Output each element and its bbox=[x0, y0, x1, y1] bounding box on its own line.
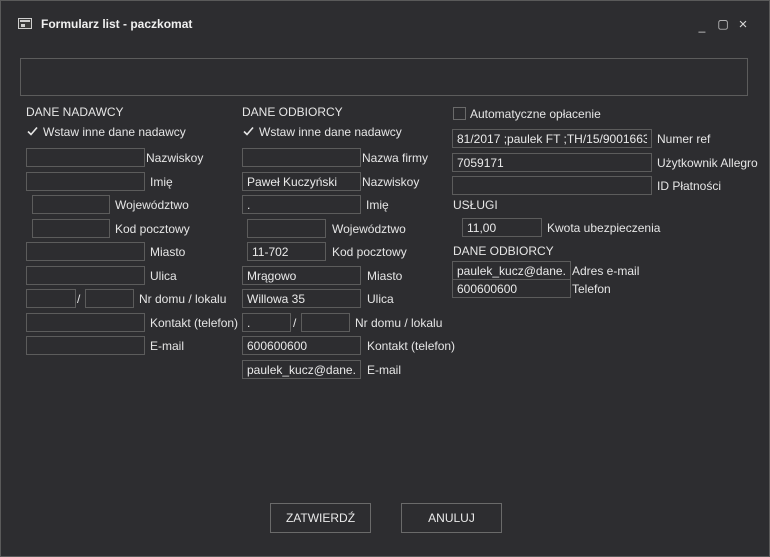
sender-kontakt-label: Kontakt (telefon) bbox=[150, 316, 239, 330]
sender-nr-lokalu-input[interactable] bbox=[85, 289, 134, 308]
recipient-nr-domu-input[interactable] bbox=[242, 313, 291, 332]
recipient-wojewodztwo-input[interactable] bbox=[247, 219, 326, 238]
close-button[interactable]: × bbox=[736, 16, 750, 33]
sender-miasto-input[interactable] bbox=[26, 242, 145, 261]
recipient-nazwisko-label: Nazwiskoy bbox=[362, 175, 420, 189]
recipient-heading: DANE ODBIORCY bbox=[242, 105, 343, 119]
recipient-email-address-input[interactable] bbox=[452, 261, 571, 280]
payment-id-input[interactable] bbox=[452, 176, 652, 195]
recipient-imie-input[interactable] bbox=[242, 195, 361, 214]
recipient-ulica-label: Ulica bbox=[367, 292, 394, 306]
recipient-email-input[interactable] bbox=[242, 360, 361, 379]
services-heading: USŁUGI bbox=[453, 198, 498, 212]
allegro-user-label: Użytkownik Allegro bbox=[657, 156, 758, 170]
sender-imie-input[interactable] bbox=[26, 172, 145, 191]
sender-nazwisko-label: Nazwiskoy bbox=[146, 151, 204, 165]
minimize-button[interactable]: _ bbox=[695, 19, 709, 33]
message-area[interactable] bbox=[20, 58, 748, 96]
sender-imie-label: Imię bbox=[150, 175, 173, 189]
sender-nr-label: Nr domu / lokalu bbox=[139, 292, 227, 306]
checkmark-icon bbox=[243, 126, 254, 136]
cancel-button[interactable]: ANULUJ bbox=[401, 503, 502, 533]
sender-miasto-label: Miasto bbox=[150, 245, 186, 259]
recipient-nazwisko-input[interactable] bbox=[242, 172, 361, 191]
recipient-kontakt-input[interactable] bbox=[242, 336, 361, 355]
recipient-imie-label: Imię bbox=[366, 198, 389, 212]
allegro-user-input[interactable] bbox=[452, 153, 652, 172]
recipient-firma-input[interactable] bbox=[242, 148, 361, 167]
sender-wojewodztwo-label: Województwo bbox=[115, 198, 189, 212]
auto-payment-checkbox[interactable] bbox=[453, 107, 466, 120]
recipient-ulica-input[interactable] bbox=[242, 289, 361, 308]
recipient-kod-input[interactable] bbox=[247, 242, 326, 261]
sender-ulica-label: Ulica bbox=[150, 269, 177, 283]
numer-ref-input[interactable] bbox=[452, 129, 652, 148]
checkmark-icon bbox=[27, 126, 38, 136]
sender-wojewodztwo-input[interactable] bbox=[32, 195, 110, 214]
numer-ref-label: Numer ref bbox=[657, 132, 711, 146]
window-title: Formularz list - paczkomat bbox=[41, 17, 193, 31]
recipient-kod-label: Kod pocztowy bbox=[332, 245, 407, 259]
recipient-custom-label: Wstaw inne dane nadawcy bbox=[259, 125, 402, 139]
sender-heading: DANE NADAWCY bbox=[26, 105, 124, 119]
recipient-firma-label: Nazwa firmy bbox=[362, 151, 429, 165]
insurance-amount-input[interactable] bbox=[462, 218, 542, 237]
sender-custom-checkbox[interactable] bbox=[26, 125, 39, 138]
form-window: Formularz list - paczkomat _ ▢ × DANE NA… bbox=[0, 0, 770, 557]
recipient-nr-lokalu-input[interactable] bbox=[301, 313, 350, 332]
sender-kod-input[interactable] bbox=[32, 219, 110, 238]
recipient-wojewodztwo-label: Województwo bbox=[332, 222, 406, 236]
app-icon bbox=[18, 18, 32, 29]
recipient-kontakt-label: Kontakt (telefon) bbox=[367, 339, 456, 353]
recipient-phone-label: Telefon bbox=[572, 282, 611, 296]
sender-nr-slash: / bbox=[77, 292, 81, 306]
sender-ulica-input[interactable] bbox=[26, 266, 145, 285]
sender-nr-domu-input[interactable] bbox=[26, 289, 76, 308]
recipient-email-label: E-mail bbox=[367, 363, 402, 377]
sender-email-label: E-mail bbox=[150, 339, 185, 353]
auto-payment-label: Automatyczne opłacenie bbox=[470, 107, 601, 121]
sender-kod-label: Kod pocztowy bbox=[115, 222, 190, 236]
maximize-button[interactable]: ▢ bbox=[716, 17, 730, 31]
recipient-phone-input[interactable] bbox=[452, 279, 571, 298]
recipient-nr-label: Nr domu / lokalu bbox=[355, 316, 443, 330]
sender-nazwisko-input[interactable] bbox=[26, 148, 145, 167]
recipient-nr-slash: / bbox=[293, 316, 297, 330]
recipient-contact-heading: DANE ODBIORCY bbox=[453, 244, 554, 258]
payment-id-label: ID Płatności bbox=[657, 179, 722, 193]
insurance-amount-label: Kwota ubezpieczenia bbox=[547, 221, 661, 235]
sender-kontakt-input[interactable] bbox=[26, 313, 145, 332]
recipient-email-address-label: Adres e-mail bbox=[572, 264, 640, 278]
confirm-button[interactable]: ZATWIERDŹ bbox=[270, 503, 371, 533]
recipient-custom-checkbox[interactable] bbox=[242, 125, 255, 138]
sender-email-input[interactable] bbox=[26, 336, 145, 355]
recipient-miasto-label: Miasto bbox=[367, 269, 403, 283]
recipient-miasto-input[interactable] bbox=[242, 266, 361, 285]
sender-custom-label: Wstaw inne dane nadawcy bbox=[43, 125, 186, 139]
